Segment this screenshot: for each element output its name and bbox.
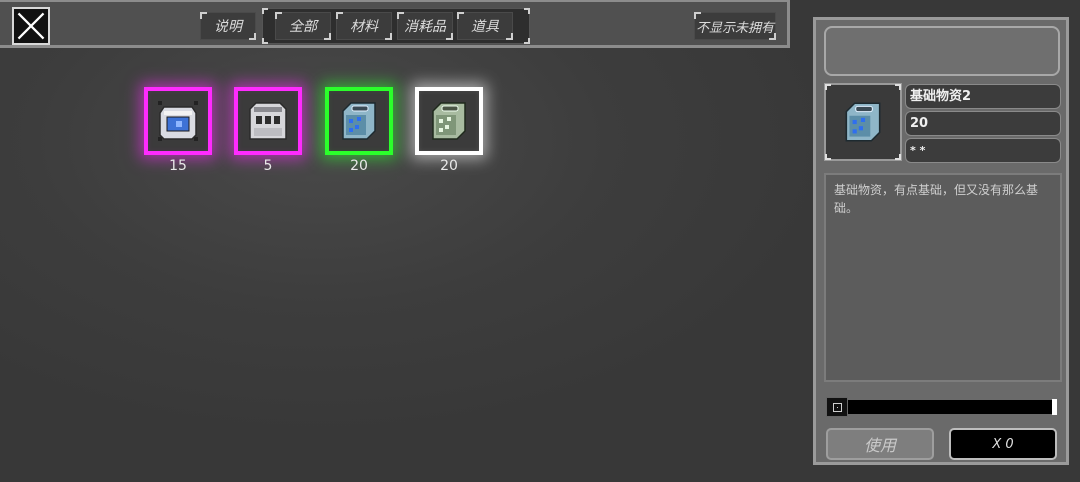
slider-end-cap xyxy=(1052,399,1057,415)
close-icon xyxy=(17,12,45,40)
item-owned-count: 20 xyxy=(905,111,1061,136)
item-count: 5 xyxy=(263,158,273,174)
selected-item-icon-frame xyxy=(824,83,902,161)
item-count: 15 xyxy=(169,158,187,174)
inventory-slot[interactable] xyxy=(144,87,212,155)
white-storage-crate-icon xyxy=(249,102,287,140)
close-button[interactable] xyxy=(12,7,50,45)
green-supply-cube-icon xyxy=(432,102,466,140)
top-toolbar: 说明 全部 材料 消耗品 道具 不显示未拥有 xyxy=(0,0,790,48)
preview-header xyxy=(824,26,1060,76)
quantity-display[interactable]: X 0 xyxy=(949,428,1057,460)
quantity-slider[interactable] xyxy=(826,397,1057,417)
blue-supply-cube-icon xyxy=(845,102,881,142)
item-detail-panel: 基础物资2 20 * * 基础物资，有点基础，但又没有那么基础。 使用 X 0 xyxy=(813,17,1069,465)
tab-props[interactable]: 道具 xyxy=(457,12,513,40)
item-description: 基础物资，有点基础，但又没有那么基础。 xyxy=(824,173,1062,382)
help-button[interactable]: 说明 xyxy=(200,12,256,40)
inventory-slot[interactable] xyxy=(415,87,483,155)
slider-handle[interactable] xyxy=(826,397,848,417)
blue-supply-cube-icon xyxy=(342,102,376,140)
tab-materials[interactable]: 材料 xyxy=(336,12,392,40)
blue-screen-crate-icon xyxy=(158,101,198,141)
item-count: 20 xyxy=(350,158,368,174)
use-button[interactable]: 使用 xyxy=(826,428,934,460)
tab-consumables[interactable]: 消耗品 xyxy=(397,12,453,40)
inventory-slot[interactable] xyxy=(325,87,393,155)
item-star-rating: * * xyxy=(905,138,1061,163)
inventory-slot[interactable] xyxy=(234,87,302,155)
item-count: 20 xyxy=(440,158,458,174)
tab-all[interactable]: 全部 xyxy=(275,12,331,40)
hide-unowned-toggle[interactable]: 不显示未拥有 xyxy=(694,12,776,40)
item-name: 基础物资2 xyxy=(905,84,1061,109)
